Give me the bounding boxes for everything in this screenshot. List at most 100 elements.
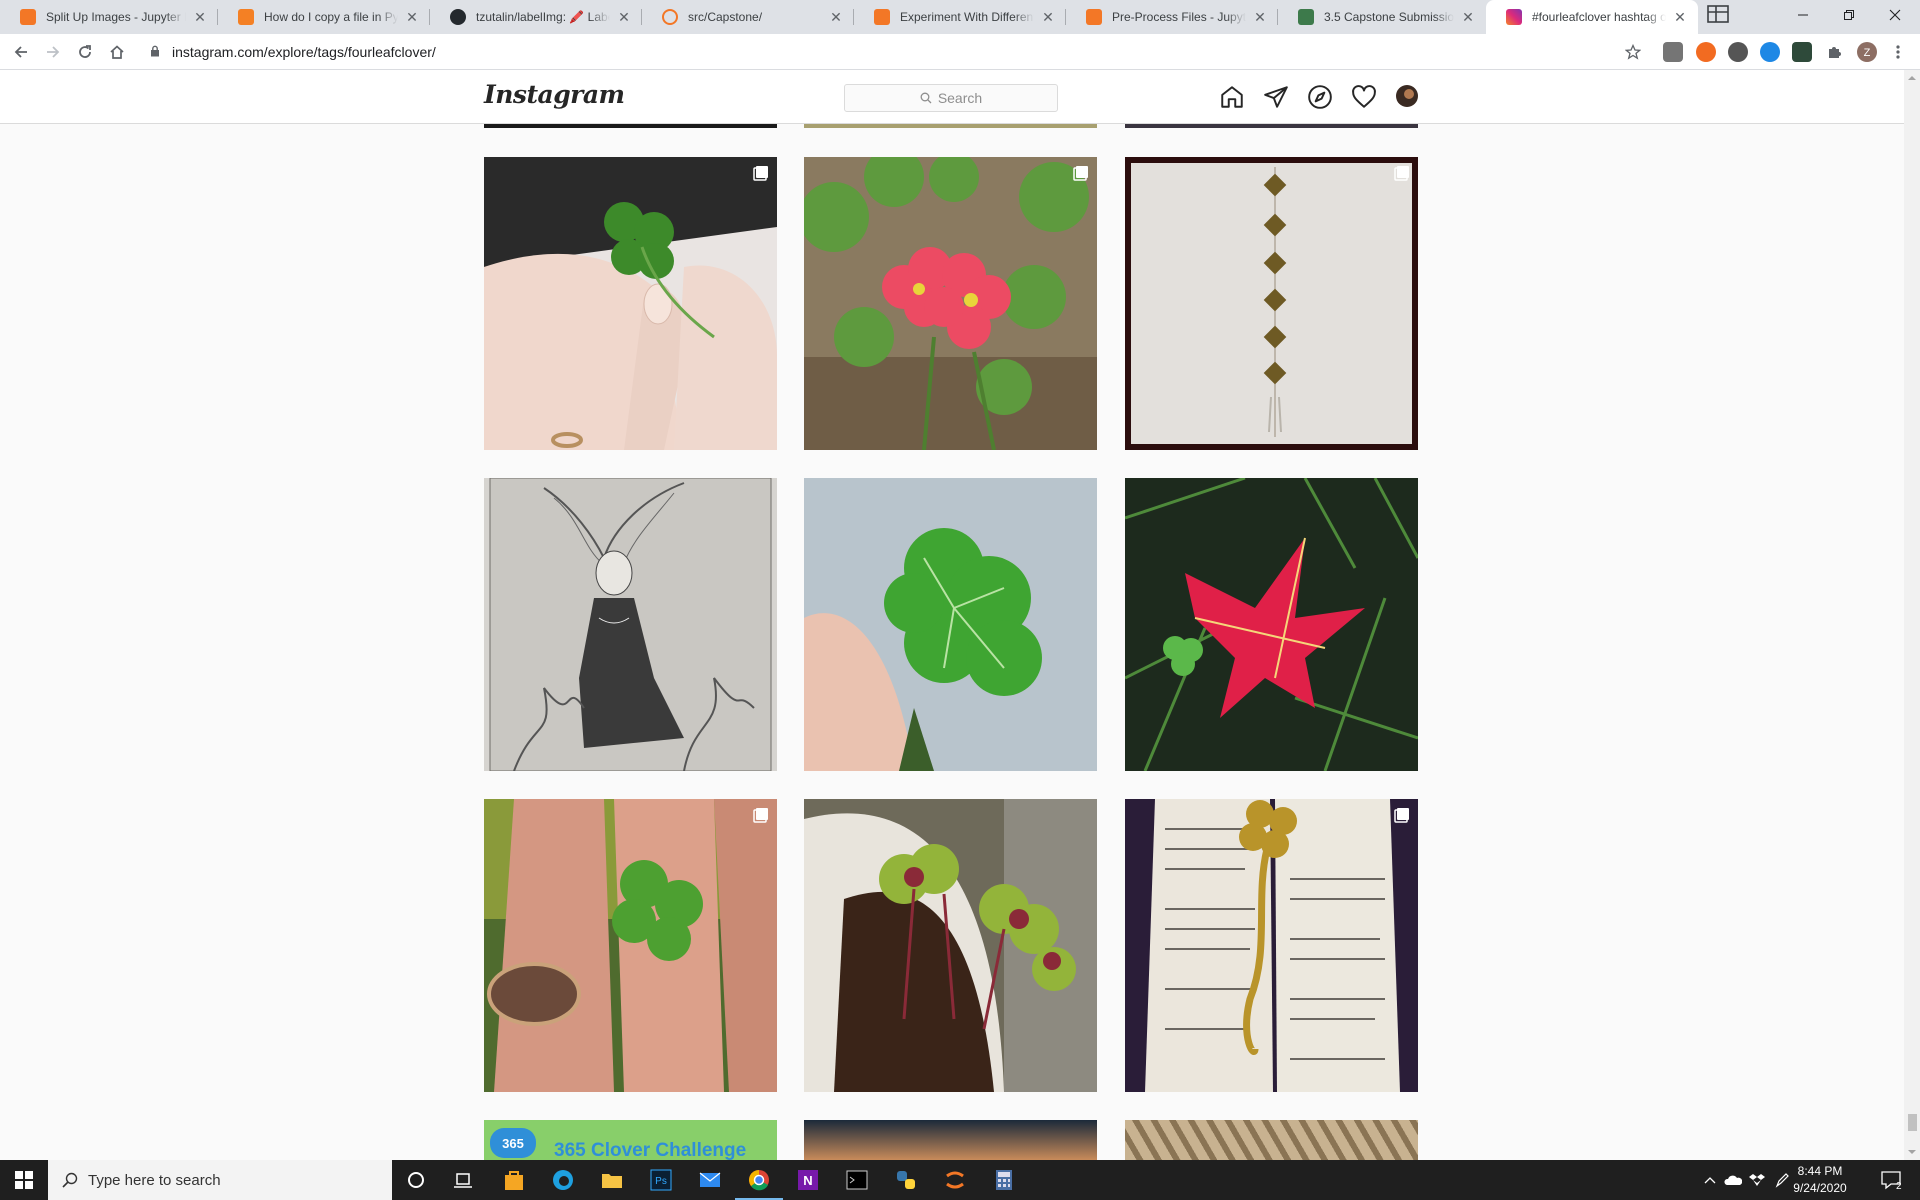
banner-badge: 365 [490, 1128, 536, 1158]
tab-labelimg-github[interactable]: tzutalin/labelImg: 🖍️ LabelImg is a grap… [430, 0, 642, 34]
extension-green-icon[interactable] [1792, 42, 1812, 62]
tab-split-up-images[interactable]: Split Up Images - Jupyter Notebook ✕ [0, 0, 218, 34]
cortana-icon[interactable] [400, 1164, 432, 1196]
calculator-icon[interactable] [988, 1164, 1020, 1196]
post-image [804, 799, 1097, 1092]
edge-icon[interactable] [547, 1164, 579, 1196]
restore-button[interactable] [1826, 0, 1872, 30]
tab-preprocess-files[interactable]: Pre-Process Files - Jupyter Notebook ✕ [1066, 0, 1278, 34]
scrollbar-thumb[interactable] [1908, 1114, 1917, 1131]
carousel-icon [1394, 808, 1409, 823]
close-icon[interactable]: ✕ [1252, 9, 1268, 26]
post-tile[interactable] [804, 124, 1097, 128]
close-icon[interactable]: ✕ [828, 9, 844, 26]
close-icon[interactable]: ✕ [1040, 9, 1056, 26]
post-image [484, 478, 777, 771]
tab-instagram-active[interactable]: #fourleafclover hashtag on Instagram ✕ [1486, 0, 1698, 34]
photoshop-icon[interactable]: Ps [645, 1164, 677, 1196]
extension-circle-icon[interactable] [1728, 42, 1748, 62]
post-tile[interactable] [484, 478, 777, 771]
close-icon[interactable]: ✕ [404, 9, 420, 26]
mail-icon[interactable] [694, 1164, 726, 1196]
carousel-icon [753, 166, 768, 181]
tab-experiment-models[interactable]: Experiment With Different Models - Jupyt… [854, 0, 1066, 34]
lock-icon [150, 44, 160, 60]
tab-stackoverflow[interactable]: How do I copy a file in Python? - Stack … [218, 0, 430, 34]
tab-search-icon[interactable] [1706, 4, 1730, 26]
taskbar-search-input[interactable]: Type here to search [48, 1160, 392, 1200]
forward-arrow-icon[interactable] [41, 40, 65, 64]
jupyter-icon [874, 9, 890, 25]
post-tile[interactable] [1125, 478, 1418, 771]
python-icon[interactable] [890, 1164, 922, 1196]
browser-menu-icon[interactable] [1886, 40, 1910, 64]
start-button[interactable] [0, 1160, 48, 1200]
tab-capstone-submission[interactable]: 3.5 Capstone Submission - Springboard ✕ [1278, 0, 1486, 34]
dropbox-icon[interactable] [1749, 1160, 1765, 1200]
post-tile[interactable] [484, 124, 777, 128]
file-explorer-icon[interactable] [596, 1164, 628, 1196]
search-icon [62, 1172, 78, 1188]
address-bar[interactable]: instagram.com/explore/tags/fourleafclove… [138, 38, 1648, 66]
post-tile[interactable] [804, 1120, 1097, 1160]
extensions-puzzle-icon[interactable] [1822, 40, 1846, 64]
tab-title: How do I copy a file in Python? - Stack … [264, 10, 398, 24]
page-scrollbar[interactable] [1904, 70, 1920, 1160]
onenote-icon[interactable]: N [792, 1164, 824, 1196]
extension-orange-icon[interactable] [1696, 42, 1716, 62]
post-tile[interactable]: 365 365 Clover Challenge [484, 1120, 777, 1160]
notification-center-icon[interactable]: 2 [1880, 1160, 1902, 1200]
search-input[interactable]: Search [844, 84, 1058, 112]
tab-title: Pre-Process Files - Jupyter Notebook [1112, 10, 1246, 24]
close-window-button[interactable] [1872, 0, 1918, 30]
taskbar-search-placeholder: Type here to search [88, 1171, 221, 1189]
tab-title: tzutalin/labelImg: 🖍️ LabelImg is a grap… [476, 10, 610, 24]
direct-icon[interactable] [1263, 84, 1289, 110]
activity-heart-icon[interactable] [1351, 84, 1377, 110]
tray-overflow-icon[interactable] [1704, 1160, 1716, 1200]
home-icon[interactable] [1219, 84, 1245, 110]
post-tile[interactable] [804, 478, 1097, 771]
taskbar-clock[interactable]: 8:44 PM 9/24/2020 [1780, 1163, 1860, 1197]
search-placeholder: Search [937, 90, 983, 106]
loading-icon [662, 9, 678, 25]
bookmark-star-icon[interactable] [1621, 40, 1645, 64]
extension-g-icon[interactable] [1663, 42, 1683, 62]
close-icon[interactable]: ✕ [616, 9, 632, 26]
jupyter-icon[interactable] [939, 1164, 971, 1196]
carousel-icon [753, 808, 768, 823]
close-icon[interactable]: ✕ [192, 9, 208, 26]
explore-icon[interactable] [1307, 84, 1333, 110]
back-arrow-icon[interactable] [9, 40, 33, 64]
terminal-icon[interactable] [841, 1164, 873, 1196]
post-image [804, 157, 1097, 450]
instagram-logo[interactable]: Instagram [484, 80, 625, 109]
post-tile[interactable] [484, 157, 777, 450]
minimize-button[interactable] [1780, 0, 1826, 30]
post-tile[interactable] [1125, 124, 1418, 128]
post-image [484, 799, 777, 1092]
clock-time: 8:44 PM [1797, 1164, 1843, 1178]
profile-avatar[interactable]: Z [1855, 40, 1879, 64]
close-icon[interactable]: ✕ [1460, 9, 1476, 26]
post-tile[interactable] [804, 157, 1097, 450]
instagram-page: 365 365 Clover Challenge Instagram Searc… [0, 70, 1904, 1160]
profile-avatar[interactable] [1395, 84, 1421, 110]
store-icon[interactable] [498, 1164, 530, 1196]
task-view-icon[interactable] [447, 1164, 479, 1196]
windows-logo-icon [15, 1171, 33, 1189]
svg-text:Z: Z [1864, 47, 1871, 59]
onedrive-icon[interactable] [1724, 1160, 1742, 1200]
post-tile[interactable] [1125, 157, 1418, 450]
home-icon[interactable] [105, 40, 129, 64]
post-tile[interactable] [1125, 799, 1418, 1092]
close-icon[interactable]: ✕ [1672, 9, 1688, 26]
extension-blue-icon[interactable] [1760, 42, 1780, 62]
post-tile[interactable] [1125, 1120, 1418, 1160]
post-tile[interactable] [804, 799, 1097, 1092]
tab-capstone-src[interactable]: src/Capstone/ ✕ [642, 0, 854, 34]
browser-toolbar: instagram.com/explore/tags/fourleafclove… [0, 34, 1920, 70]
reload-icon[interactable] [73, 40, 97, 64]
post-tile[interactable] [484, 799, 777, 1092]
chrome-icon[interactable] [735, 1164, 783, 1200]
